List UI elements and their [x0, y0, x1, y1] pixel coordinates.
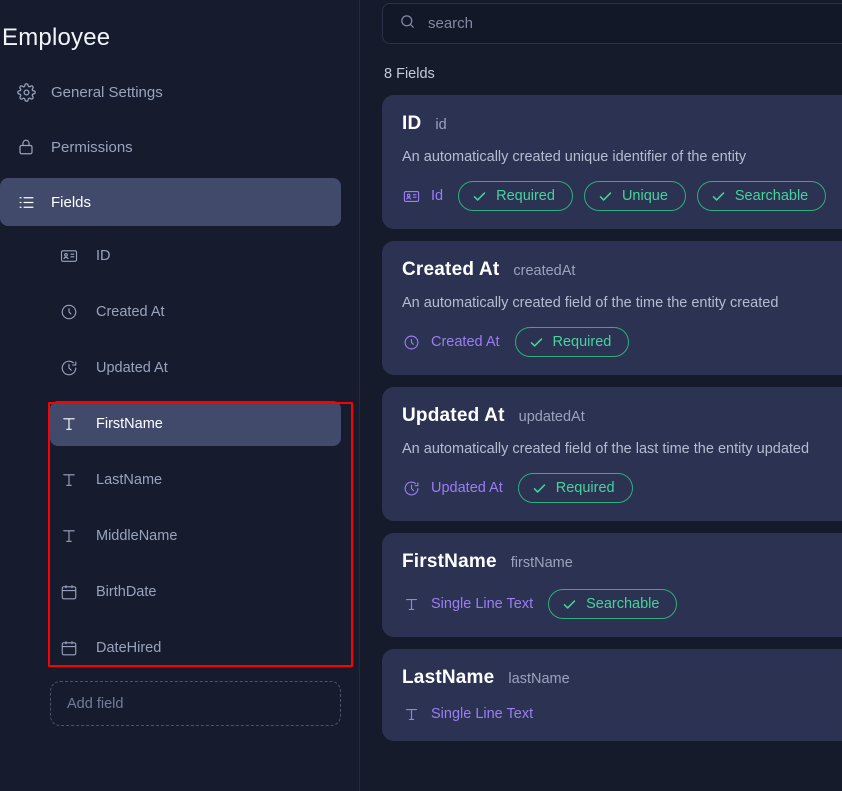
- badge-required[interactable]: Required: [514, 327, 630, 357]
- card-title: LastName: [402, 667, 495, 688]
- sidebar-field-label: ID: [96, 247, 111, 264]
- gear-icon: [16, 82, 36, 102]
- sidebar-item-general-settings[interactable]: General Settings: [0, 68, 341, 116]
- badge-label: Searchable: [586, 596, 660, 612]
- card-type-label: Single Line Text: [431, 596, 534, 612]
- card-meta: Single Line Text: [402, 705, 842, 723]
- sidebar-field-datehired[interactable]: DateHired: [50, 625, 341, 670]
- badge-required[interactable]: Required: [517, 473, 633, 503]
- sidebar-item-fields[interactable]: Fields: [0, 178, 341, 226]
- card-title: FirstName: [402, 551, 497, 572]
- badge-searchable[interactable]: Searchable: [696, 181, 827, 211]
- clock-history-icon: [60, 359, 78, 377]
- card-description: An automatically created field of the ti…: [402, 295, 779, 311]
- calendar-icon: [60, 583, 78, 601]
- text-icon: [60, 471, 78, 489]
- card-key: createdAt: [513, 263, 576, 279]
- sidebar-field-created-at[interactable]: Created At: [50, 289, 341, 334]
- sidebar-field-lastname[interactable]: LastName: [50, 457, 341, 502]
- card-type-label: Created At: [431, 334, 500, 350]
- sidebar: Employee General Settings Permissions Fi…: [0, 0, 360, 791]
- card-description: An automatically created unique identifi…: [402, 149, 747, 165]
- field-card-lastname[interactable]: LastName lastName Single Line Text: [382, 649, 842, 741]
- badge-label: Searchable: [734, 188, 809, 204]
- sidebar-field-updated-at[interactable]: Updated At: [50, 345, 341, 390]
- card-key: updatedAt: [518, 409, 585, 425]
- badge-label: Required: [496, 188, 555, 204]
- search-input[interactable]: search: [382, 3, 842, 44]
- sidebar-item-label: Permissions: [51, 138, 133, 156]
- field-card-created-at[interactable]: Created At createdAt An automatically cr…: [382, 241, 842, 375]
- badge-unique[interactable]: Unique: [583, 181, 686, 211]
- card-header: Updated At updatedAt: [402, 405, 842, 427]
- badge-label: Unique: [621, 188, 668, 204]
- sidebar-field-label: FirstName: [96, 415, 163, 432]
- text-icon: [402, 705, 420, 723]
- card-meta: Single Line Text Searchable: [402, 589, 842, 619]
- card-title: ID: [402, 113, 422, 134]
- list-icon: [16, 192, 36, 212]
- clock-icon: [402, 333, 420, 351]
- badge-label: Required: [555, 480, 615, 496]
- card-meta: Updated At Required: [402, 473, 842, 503]
- badge-required[interactable]: Required: [458, 181, 573, 211]
- card-header: FirstName firstName: [402, 551, 842, 573]
- sidebar-field-label: Created At: [96, 303, 165, 320]
- id-card-icon: [402, 187, 420, 205]
- card-key: lastName: [508, 671, 570, 687]
- page-title: Employee: [2, 24, 111, 51]
- search-icon: [399, 13, 416, 35]
- field-card-id[interactable]: ID id An automatically created unique id…: [382, 95, 842, 229]
- card-key: id: [435, 117, 447, 133]
- sidebar-field-birthdate[interactable]: BirthDate: [50, 569, 341, 614]
- calendar-icon: [60, 639, 78, 657]
- sidebar-field-list: ID Created At Updated At FirstName LastN…: [0, 233, 359, 670]
- card-type-label: Single Line Text: [431, 706, 534, 722]
- card-header: LastName lastName: [402, 667, 842, 689]
- sidebar-field-middlename[interactable]: MiddleName: [50, 513, 341, 558]
- card-title: Created At: [402, 259, 500, 280]
- badge-label: Required: [552, 334, 612, 350]
- card-description: An automatically created field of the la…: [402, 441, 810, 457]
- sidebar-field-label: Updated At: [96, 359, 168, 376]
- card-type-label: Updated At: [431, 480, 503, 496]
- field-card-updated-at[interactable]: Updated At updatedAt An automatically cr…: [382, 387, 842, 521]
- card-key: firstName: [510, 555, 573, 571]
- clock-history-icon: [402, 479, 420, 497]
- text-icon: [60, 415, 78, 433]
- sidebar-field-label: MiddleName: [96, 527, 178, 544]
- sidebar-item-label: Fields: [51, 193, 92, 211]
- card-meta: Id Required Unique Searchable: [402, 181, 842, 211]
- card-type-label: Id: [431, 188, 444, 204]
- sidebar-item-label: General Settings: [51, 83, 163, 101]
- app-root: Employee General Settings Permissions Fi…: [0, 0, 842, 791]
- sidebar-field-label: BirthDate: [96, 583, 157, 600]
- fields-count-label: 8 Fields: [384, 66, 435, 82]
- card-meta: Created At Required: [402, 327, 842, 357]
- text-icon: [60, 527, 78, 545]
- badge-searchable[interactable]: Searchable: [548, 589, 678, 619]
- search-placeholder: search: [428, 15, 474, 32]
- sidebar-field-label: DateHired: [96, 639, 162, 656]
- card-header: Created At createdAt: [402, 259, 842, 281]
- clock-icon: [60, 303, 78, 321]
- card-header: ID id: [402, 113, 842, 135]
- main-content: search 8 Fields ID id An automatically c…: [360, 0, 842, 791]
- card-title: Updated At: [402, 405, 505, 426]
- sidebar-field-id[interactable]: ID: [50, 233, 341, 278]
- sidebar-nav: General Settings Permissions Fields: [0, 68, 359, 226]
- add-field-label: Add field: [67, 695, 124, 712]
- sidebar-item-permissions[interactable]: Permissions: [0, 123, 341, 171]
- field-card-firstname[interactable]: FirstName firstName Single Line Text Sea…: [382, 533, 842, 637]
- add-field-button[interactable]: Add field: [50, 681, 341, 726]
- lock-icon: [16, 137, 36, 157]
- sidebar-field-label: LastName: [96, 471, 163, 488]
- text-icon: [402, 595, 420, 613]
- id-card-icon: [60, 247, 78, 265]
- sidebar-field-firstname[interactable]: FirstName: [50, 401, 341, 446]
